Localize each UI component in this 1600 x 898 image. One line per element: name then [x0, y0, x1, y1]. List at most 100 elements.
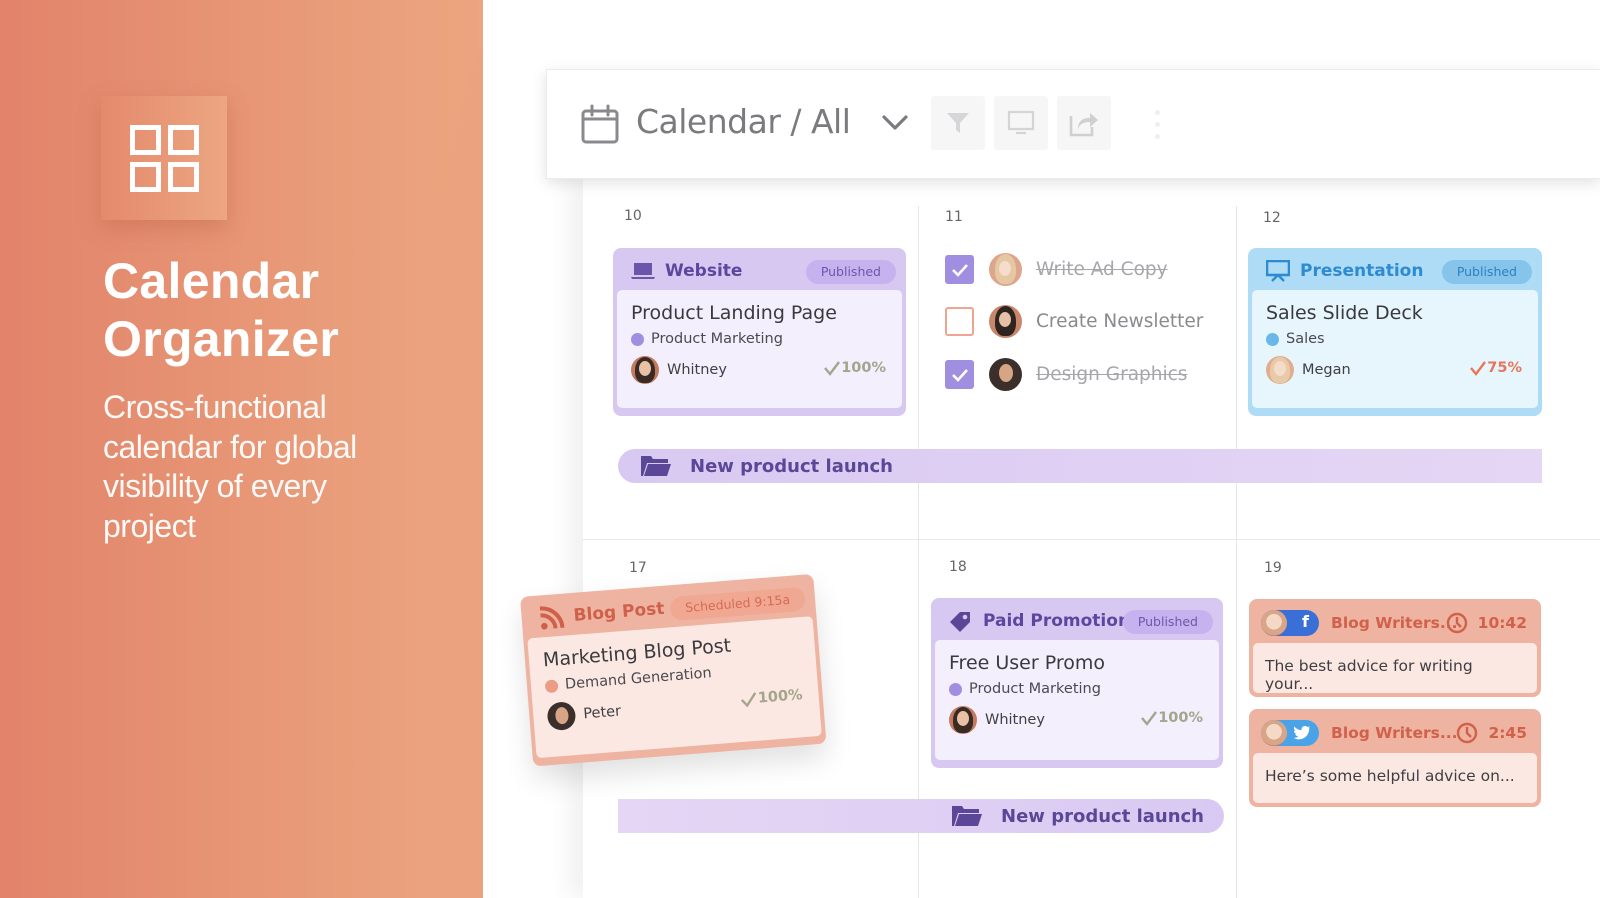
card-title: Sales Slide Deck — [1266, 302, 1423, 324]
task-label: Write Ad Copy — [1036, 259, 1168, 280]
status-badge: Published — [1441, 260, 1532, 284]
presentation-icon — [1266, 260, 1290, 282]
avatar — [989, 358, 1022, 391]
avatar — [989, 253, 1022, 286]
task-item[interactable]: Design Graphics — [945, 358, 1187, 391]
category-dot — [949, 682, 962, 696]
card-type: Blog Post — [572, 598, 666, 626]
card-type: Presentation — [1300, 261, 1424, 281]
status-badge: Scheduled 9:15a — [669, 586, 806, 622]
progress: 100% — [1140, 710, 1203, 726]
progress-value: 75% — [1487, 360, 1522, 376]
progress: 100% — [739, 687, 803, 708]
rss-icon — [539, 606, 565, 630]
view-title[interactable]: Calendar / All — [636, 102, 851, 141]
check-icon — [951, 263, 968, 277]
chevron-down-icon[interactable] — [881, 114, 909, 132]
avatar — [1266, 356, 1294, 384]
card-type: Paid Promotion — [983, 611, 1131, 631]
task-checkbox[interactable] — [945, 360, 974, 389]
task-item[interactable]: Create Newsletter — [945, 305, 1203, 338]
assignee-name: Whitney — [985, 712, 1045, 728]
status-badge: Published — [1122, 610, 1213, 634]
task-checkbox[interactable] — [945, 307, 974, 336]
hero-title-line2: Organizer — [103, 311, 340, 367]
twitter-icon — [1293, 726, 1310, 740]
social-post-text: The best advice for writing your... — [1253, 643, 1537, 693]
card-header: Paid Promotion Published — [935, 602, 1219, 640]
time-value: 2:45 — [1488, 724, 1527, 742]
folder-icon — [641, 456, 671, 476]
task-label: Design Graphics — [1036, 364, 1188, 385]
event-card-website[interactable]: Website Published Product Landing Page P… — [613, 248, 906, 416]
social-post-card[interactable]: Blog Writers... 2:45 Here’s some helpful… — [1249, 709, 1541, 807]
project-bar[interactable]: New product launch — [618, 799, 1224, 833]
day-number[interactable]: 18 — [949, 559, 967, 575]
card-body: Free User Promo Product Marketing Whitne… — [935, 640, 1219, 760]
card-title: Free User Promo — [949, 652, 1105, 674]
card-body: Sales Slide Deck Sales Megan 75% — [1252, 290, 1538, 408]
social-post-card[interactable]: f Blog Writers... 10:42 The best advice … — [1249, 599, 1541, 697]
status-badge: Published — [805, 260, 896, 284]
app-root: Calendar Organizer Cross-functional cale… — [0, 0, 1600, 898]
laptop-icon — [631, 263, 655, 279]
progress: 100% — [823, 360, 886, 376]
avatar — [1261, 610, 1287, 636]
social-account-name: Blog Writers... — [1331, 614, 1458, 632]
category-dot — [631, 332, 644, 346]
assignee-name: Peter — [582, 703, 622, 723]
hero-panel: Calendar Organizer Cross-functional cale… — [0, 0, 483, 898]
hero-title: Calendar Organizer — [103, 252, 339, 368]
avatar — [1261, 720, 1287, 746]
day-number[interactable]: 17 — [629, 560, 647, 576]
present-button[interactable] — [994, 96, 1048, 150]
event-card-paid-promotion[interactable]: Paid Promotion Published Free User Promo… — [931, 598, 1223, 768]
project-bar[interactable]: New product launch — [618, 449, 1542, 483]
category-dot — [544, 678, 559, 693]
day-number[interactable]: 11 — [945, 209, 963, 225]
card-header: Website Published — [617, 252, 902, 290]
card-category: Sales — [1266, 331, 1524, 347]
decorative-curve — [440, 0, 483, 898]
week-divider — [583, 539, 1600, 540]
progress-value: 100% — [1158, 710, 1203, 726]
calendar-icon — [581, 104, 619, 144]
card-header: Presentation Published — [1252, 252, 1538, 290]
task-item[interactable]: Write Ad Copy — [945, 253, 1168, 286]
card-type: Website — [665, 261, 743, 281]
day-number[interactable]: 12 — [1263, 210, 1281, 226]
project-label: New product launch — [1001, 805, 1204, 827]
event-card-presentation[interactable]: Presentation Published Sales Slide Deck … — [1248, 248, 1542, 416]
calendar-toolbar: Calendar / All — [546, 69, 1600, 179]
avatar — [631, 356, 659, 384]
folder-icon — [952, 806, 983, 826]
task-label: Create Newsletter — [1036, 311, 1204, 332]
task-checkbox[interactable] — [945, 255, 974, 284]
twitter-badge — [1261, 720, 1319, 746]
grid-icon — [130, 125, 199, 192]
clock-icon — [1457, 722, 1478, 744]
tag-icon — [950, 612, 970, 632]
facebook-icon: f — [1302, 612, 1309, 631]
share-icon — [1069, 113, 1098, 137]
category-label: Product Marketing — [969, 681, 1101, 697]
avatar — [949, 706, 977, 734]
filter-button[interactable] — [931, 96, 985, 150]
card-assignee: Whitney 100% — [949, 706, 1205, 734]
event-card-blog-post[interactable]: Blog Post Scheduled 9:15a Marketing Blog… — [520, 573, 827, 767]
more-vertical-icon[interactable] — [1155, 110, 1163, 140]
card-assignee: Whitney 100% — [631, 356, 888, 384]
check-icon — [951, 368, 968, 382]
card-body: Marketing Blog Post Demand Generation Pe… — [527, 616, 822, 759]
card-category: Product Marketing — [631, 331, 888, 347]
day-number[interactable]: 10 — [624, 208, 642, 224]
category-dot — [1266, 332, 1279, 346]
project-label: New product launch — [690, 455, 893, 477]
card-category: Product Marketing — [949, 681, 1205, 697]
progress-value: 100% — [757, 687, 804, 707]
day-number[interactable]: 19 — [1264, 560, 1282, 576]
time-value: 10:42 — [1477, 614, 1527, 632]
app-icon-tile — [101, 96, 227, 220]
share-button[interactable] — [1057, 96, 1111, 150]
progress-value: 100% — [841, 360, 886, 376]
